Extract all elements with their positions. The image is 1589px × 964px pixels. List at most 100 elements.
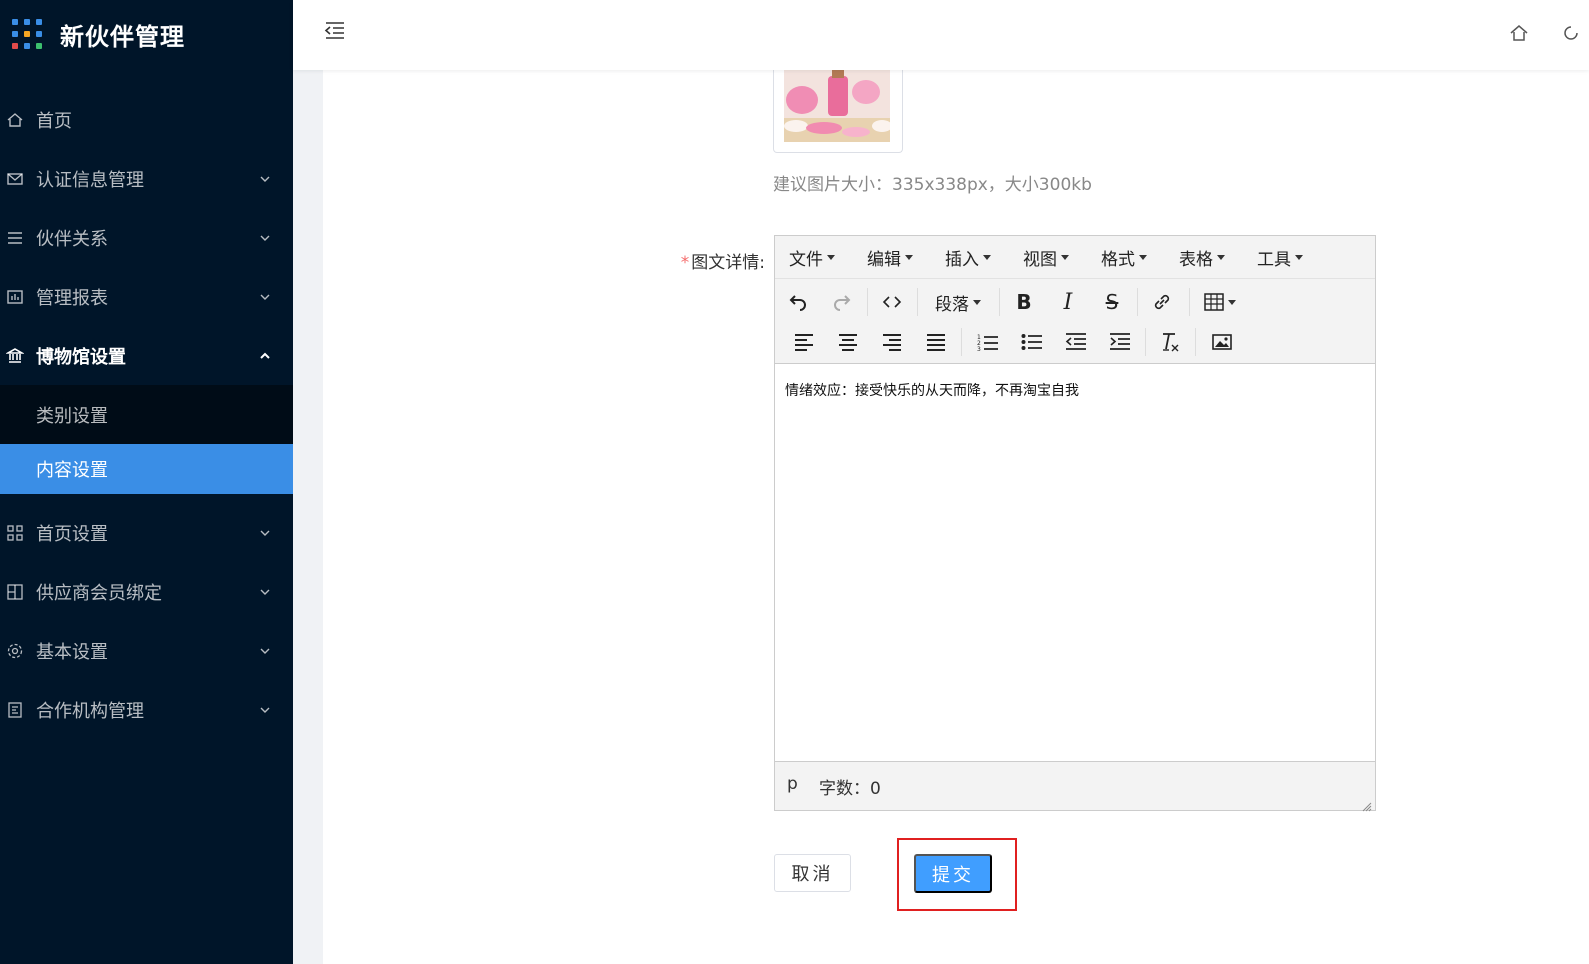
align-left-icon[interactable] <box>789 327 819 357</box>
topbar <box>293 0 1589 70</box>
museum-submenu: 类别设置 内容设置 <box>0 385 293 494</box>
refresh-icon[interactable] <box>1561 23 1581 43</box>
chevron-down-icon <box>259 291 271 303</box>
sidebar-item-category-settings[interactable]: 类别设置 <box>0 385 293 444</box>
list-icon <box>6 229 24 247</box>
svg-text:3: 3 <box>977 346 981 352</box>
chevron-down-icon <box>259 173 271 185</box>
menu-label: 表格 <box>1179 249 1213 270</box>
sidebar-item-label: 首页 <box>36 110 72 132</box>
mail-icon <box>6 170 24 188</box>
source-code-icon[interactable] <box>877 287 907 317</box>
preview-image <box>784 70 892 142</box>
rich-text-editor: 文件 编辑 插入 视图 格式 表格 工具 段落 B I S 1 2 3 情绪效应… <box>774 235 1376 812</box>
app-title: 新伙伴管理 <box>60 22 185 51</box>
menu-tools[interactable]: 工具 <box>1249 245 1303 270</box>
cancel-button[interactable]: 取消 <box>774 854 851 892</box>
museum-icon <box>6 347 24 365</box>
logo[interactable]: 新伙伴管理 <box>0 0 293 68</box>
sidebar-item-label: 管理报表 <box>36 287 108 309</box>
sidebar-item-label: 博物馆设置 <box>36 346 126 368</box>
outdent-icon[interactable] <box>1061 327 1091 357</box>
italic-icon[interactable]: I <box>1053 287 1083 317</box>
chevron-up-icon <box>259 350 271 362</box>
binding-icon <box>6 583 24 601</box>
chevron-down-icon <box>259 645 271 657</box>
editor-content-area[interactable]: 情绪效应：接受快乐的从天而降，不再淘宝自我 <box>775 364 1375 760</box>
required-mark: * <box>680 253 690 273</box>
report-icon <box>6 288 24 306</box>
paragraph-format-dropdown[interactable]: 段落 <box>927 287 989 317</box>
image-size-hint: 建议图片大小：335x338px，大小300kb <box>773 175 1092 195</box>
grid-icon <box>6 524 24 542</box>
editor-text: 情绪效应：接受快乐的从天而降，不再淘宝自我 <box>785 383 1079 399</box>
word-count: 字数：0 <box>819 779 881 799</box>
menu-view[interactable]: 视图 <box>1015 245 1069 270</box>
bold-icon[interactable]: B <box>1009 287 1039 317</box>
clear-format-icon[interactable] <box>1155 327 1185 357</box>
paragraph-label: 段落 <box>935 294 969 315</box>
sidebar-item-home[interactable]: 首页 <box>0 90 293 149</box>
menu-edit[interactable]: 编辑 <box>859 245 913 270</box>
table-insert-icon[interactable] <box>1199 287 1241 317</box>
editor-statusbar: p 字数：0 <box>775 761 1375 812</box>
sidebar-item-label: 内容设置 <box>36 460 108 481</box>
menu-table[interactable]: 表格 <box>1171 245 1225 270</box>
menu-label: 文件 <box>789 249 823 270</box>
sidebar-item-org-management[interactable]: 合作机构管理 <box>0 680 293 739</box>
redo-icon[interactable] <box>827 287 857 317</box>
sidebar-item-label: 供应商会员绑定 <box>36 582 162 604</box>
indent-icon[interactable] <box>1105 327 1135 357</box>
sidebar-item-basic-settings[interactable]: 基本设置 <box>0 621 293 680</box>
align-justify-icon[interactable] <box>921 327 951 357</box>
submit-button[interactable]: 提交 <box>914 854 992 893</box>
sidebar-item-museum[interactable]: 博物馆设置 <box>0 326 293 385</box>
sidebar-item-label: 基本设置 <box>36 641 108 663</box>
align-right-icon[interactable] <box>877 327 907 357</box>
resize-handle-icon[interactable] <box>1362 797 1372 812</box>
undo-icon[interactable] <box>783 287 813 317</box>
numbered-list-icon[interactable]: 123 <box>973 327 1003 357</box>
editor-menubar: 文件 编辑 插入 视图 格式 表格 工具 <box>775 236 1375 279</box>
sidebar-item-supplier-binding[interactable]: 供应商会员绑定 <box>0 562 293 621</box>
sidebar-item-certification[interactable]: 认证信息管理 <box>0 149 293 208</box>
sidebar-item-label: 首页设置 <box>36 523 108 545</box>
apps-grid-icon <box>12 19 42 49</box>
sidebar-menu: 首页 认证信息管理 伙伴关系 管理报表 博物馆设置 类别设置 内容设置 首页设置… <box>0 90 293 739</box>
menu-label: 插入 <box>945 249 979 270</box>
sidebar: 新伙伴管理 首页 认证信息管理 伙伴关系 管理报表 博物馆设置 类别设置 内容设… <box>0 0 293 964</box>
align-center-icon[interactable] <box>833 327 863 357</box>
menu-label: 视图 <box>1023 249 1057 270</box>
chevron-down-icon <box>259 527 271 539</box>
chevron-down-icon <box>259 586 271 598</box>
sidebar-item-label: 伙伴关系 <box>36 228 108 250</box>
sidebar-item-label: 合作机构管理 <box>36 700 144 722</box>
link-icon[interactable] <box>1147 287 1177 317</box>
home-icon[interactable] <box>1509 23 1529 43</box>
main-content: 建议图片大小：335x338px，大小300kb * 图文详情: 文件 编辑 插入… <box>323 70 1589 964</box>
sidebar-item-partners[interactable]: 伙伴关系 <box>0 208 293 267</box>
sidebar-item-content-settings[interactable]: 内容设置 <box>0 444 293 494</box>
menu-file[interactable]: 文件 <box>781 245 835 270</box>
sidebar-item-homepage-settings[interactable]: 首页设置 <box>0 503 293 562</box>
image-upload-preview[interactable] <box>773 70 903 153</box>
detail-label-text: 图文详情: <box>691 253 765 273</box>
menu-insert[interactable]: 插入 <box>937 245 991 270</box>
image-insert-icon[interactable] <box>1207 327 1237 357</box>
strikethrough-icon[interactable]: S <box>1097 287 1127 317</box>
menu-format[interactable]: 格式 <box>1093 245 1147 270</box>
sidebar-item-reports[interactable]: 管理报表 <box>0 267 293 326</box>
menu-label: 工具 <box>1257 249 1291 270</box>
bullet-list-icon[interactable] <box>1017 327 1047 357</box>
menu-label: 格式 <box>1101 249 1135 270</box>
chevron-down-icon <box>259 232 271 244</box>
menu-collapse-icon[interactable] <box>323 19 347 43</box>
element-path[interactable]: p <box>787 774 798 794</box>
home-icon <box>6 111 24 129</box>
org-icon <box>6 701 24 719</box>
gear-icon <box>6 642 24 660</box>
sidebar-item-label: 认证信息管理 <box>36 169 144 191</box>
chevron-down-icon <box>259 704 271 716</box>
detail-field-label: * 图文详情: <box>653 248 765 273</box>
menu-label: 编辑 <box>867 249 901 270</box>
